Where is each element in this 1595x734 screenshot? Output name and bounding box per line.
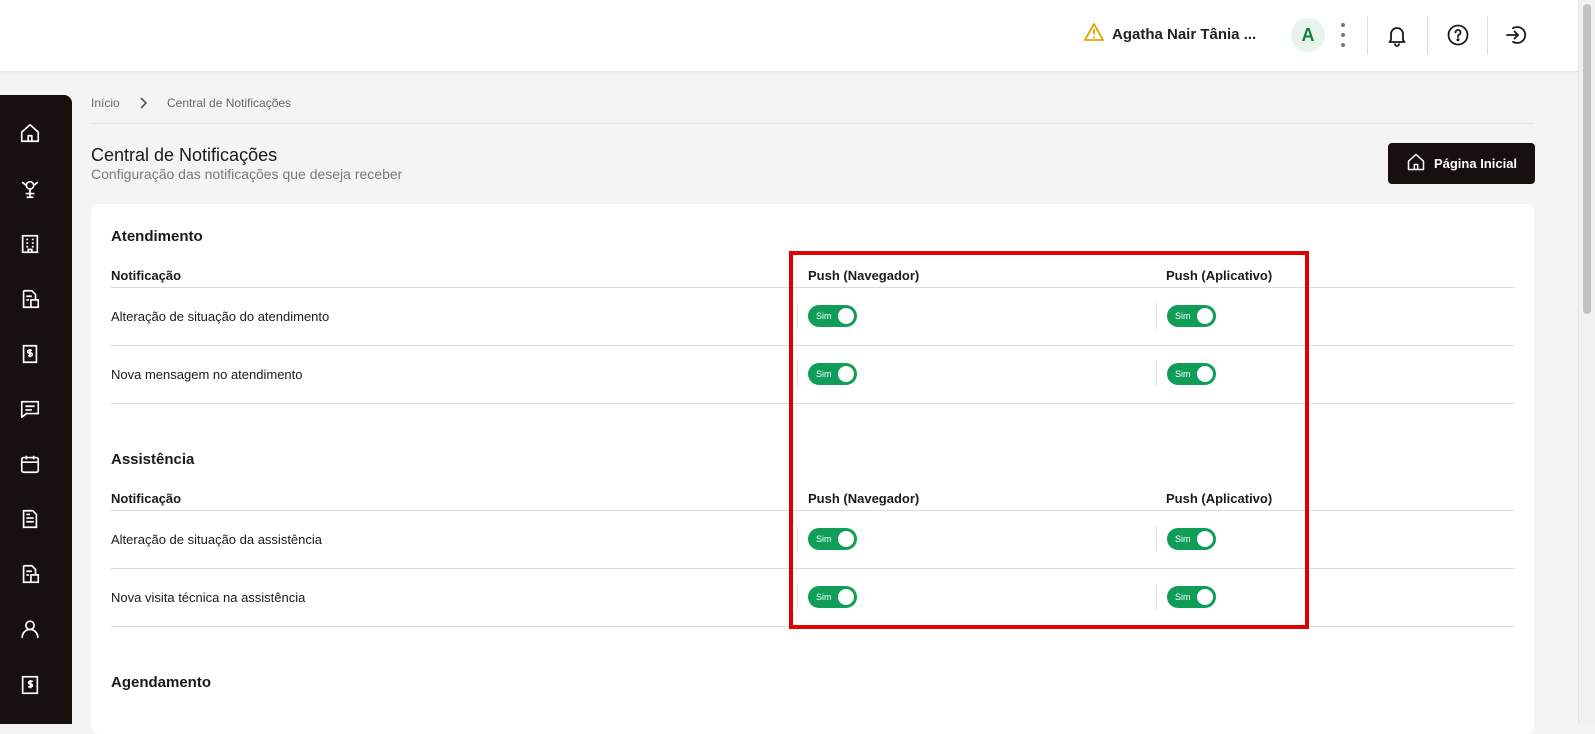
- app-push-toggle[interactable]: Sim: [1167, 305, 1216, 327]
- calendar-icon[interactable]: [17, 451, 43, 477]
- scrollbar-thumb[interactable]: [1583, 4, 1591, 314]
- divider: [1156, 361, 1157, 387]
- browser-push-toggle[interactable]: Sim: [808, 363, 857, 385]
- user-icon[interactable]: [17, 616, 43, 642]
- building-icon[interactable]: [17, 231, 43, 257]
- warning-icon: [1084, 22, 1104, 46]
- divider: [797, 584, 798, 610]
- row-label: Nova mensagem no atendimento: [111, 367, 303, 382]
- column-header-app: Push (Aplicativo): [1166, 268, 1273, 283]
- app-push-toggle[interactable]: Sim: [1167, 528, 1216, 550]
- divider: [797, 303, 798, 329]
- browser-push-toggle[interactable]: Sim: [808, 586, 857, 608]
- breadcrumb-home[interactable]: Início: [91, 96, 139, 110]
- column-header-notification: Notificação: [111, 268, 182, 283]
- breadcrumb: Início Central de Notificações: [91, 96, 291, 110]
- column-header-app: Push (Aplicativo): [1166, 491, 1273, 506]
- row-label: Alteração de situação do atendimento: [111, 309, 330, 324]
- page-title: Central de Notificações: [91, 145, 278, 165]
- column-header-browser: Push (Navegador): [808, 491, 920, 506]
- section-title: Agendamento: [111, 674, 212, 691]
- sidebar: [0, 95, 72, 724]
- chevron-right-icon: [139, 97, 167, 109]
- divider: [111, 403, 1515, 404]
- row-label: Alteração de situação da assistência: [111, 532, 323, 547]
- home-icon: [1406, 152, 1426, 175]
- divider: [1156, 584, 1157, 610]
- section-title: Atendimento: [111, 228, 203, 245]
- section-title: Assistência: [111, 451, 195, 468]
- home-icon[interactable]: [17, 120, 43, 146]
- divider: [1427, 16, 1428, 54]
- browser-push-toggle[interactable]: Sim: [808, 528, 857, 550]
- home-page-button-label: Página Inicial: [1433, 156, 1518, 171]
- divider: [91, 123, 1534, 124]
- column-header-notification: Notificação: [111, 491, 182, 506]
- home-page-button[interactable]: Página Inicial: [1388, 143, 1535, 184]
- divider: [111, 345, 1515, 346]
- divider: [111, 287, 1515, 288]
- app-push-toggle[interactable]: Sim: [1167, 586, 1216, 608]
- divider: [111, 568, 1515, 569]
- user-name: Agatha Nair Tânia ...: [1112, 25, 1257, 43]
- divider: [797, 361, 798, 387]
- document-building-icon[interactable]: [17, 286, 43, 312]
- column-header-browser: Push (Navegador): [808, 268, 920, 283]
- row-label: Nova visita técnica na assistência: [111, 590, 306, 605]
- scrollbar[interactable]: [1578, 0, 1595, 724]
- browser-push-toggle[interactable]: Sim: [808, 305, 857, 327]
- avatar[interactable]: A: [1291, 18, 1325, 52]
- divider: [111, 626, 1515, 627]
- divider: [111, 510, 1515, 511]
- finance-document-icon[interactable]: [17, 341, 43, 367]
- divider: [1156, 303, 1157, 329]
- finance-building-icon[interactable]: [17, 672, 43, 698]
- logout-icon[interactable]: [1501, 20, 1531, 50]
- breadcrumb-current: Central de Notificações: [167, 96, 292, 110]
- user-menu[interactable]: Agatha Nair Tânia ...: [1084, 20, 1256, 48]
- app-push-toggle[interactable]: Sim: [1167, 363, 1216, 385]
- divider: [1487, 16, 1488, 54]
- document-building-icon[interactable]: [17, 561, 43, 587]
- unit-icon[interactable]: [17, 176, 43, 202]
- more-vertical-icon[interactable]: [1336, 20, 1350, 50]
- bell-icon[interactable]: [1382, 20, 1412, 50]
- top-bar: Agatha Nair Tânia ... A: [0, 0, 1578, 72]
- divider: [1367, 16, 1368, 54]
- help-icon[interactable]: [1443, 20, 1473, 50]
- chat-icon[interactable]: [17, 396, 43, 422]
- divider: [797, 526, 798, 552]
- document-icon[interactable]: [17, 506, 43, 532]
- notification-settings-card: Atendimento Notificação Push (Navegador)…: [91, 204, 1534, 734]
- page-subtitle: Configuração das notificações que deseja…: [91, 166, 403, 182]
- divider: [1156, 526, 1157, 552]
